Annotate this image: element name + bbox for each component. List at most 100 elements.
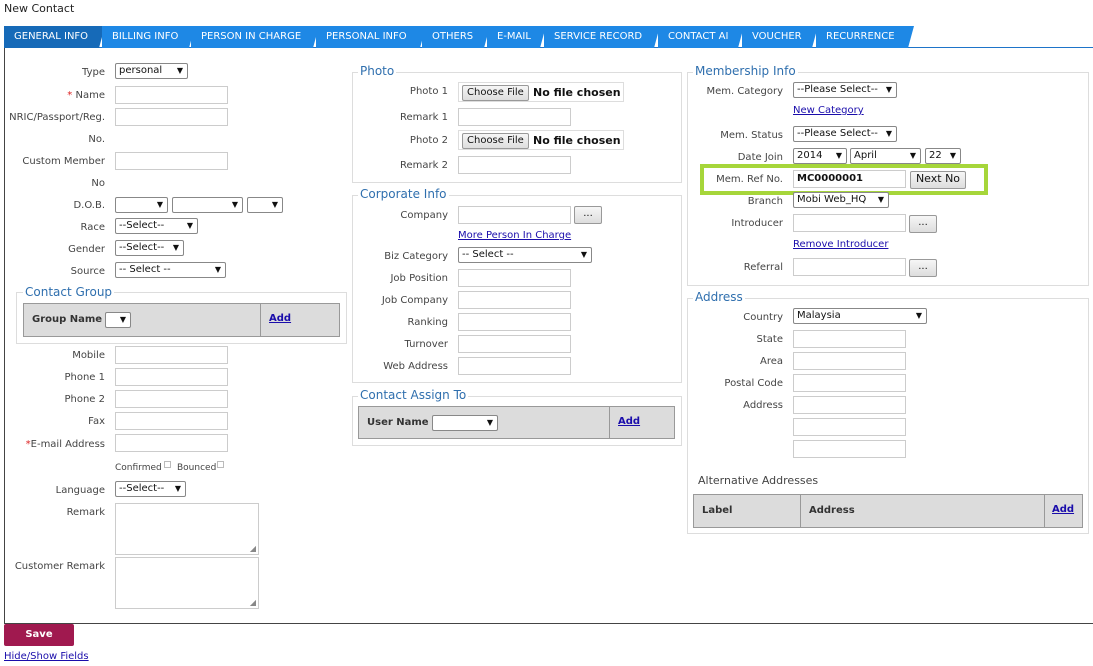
tab-service-record[interactable]: SERVICE RECORD	[544, 26, 660, 48]
remark-label: Remark	[66, 507, 105, 518]
mem-ref-input[interactable]: MC0000001	[793, 170, 906, 188]
bounced-checkbox[interactable]	[217, 461, 224, 468]
group-name-header: Group Name	[24, 304, 261, 336]
introducer-browse-button[interactable]: ...	[909, 215, 937, 233]
phone1-input[interactable]	[115, 368, 228, 386]
gender-select[interactable]: --Select-- ▼	[115, 240, 184, 256]
tab-recurrence[interactable]: RECURRENCE	[816, 26, 914, 48]
customer-remark-textarea[interactable]: ◢	[115, 557, 259, 609]
group-name-select[interactable]: ▼	[105, 312, 131, 328]
confirmed-checkbox[interactable]	[164, 461, 171, 468]
assign-add-link[interactable]: Add	[618, 416, 640, 427]
country-select[interactable]: Malaysia ▼	[793, 308, 927, 324]
language-select[interactable]: --Select-- ▼	[115, 481, 186, 497]
race-select[interactable]: --Select-- ▼	[115, 218, 198, 234]
turnover-label: Turnover	[404, 339, 448, 350]
type-select[interactable]: personal ▼	[115, 63, 188, 79]
biz-category-label: Biz Category	[384, 251, 448, 262]
next-no-button[interactable]: Next No	[910, 171, 966, 189]
mem-category-select[interactable]: --Please Select-- ▼	[793, 82, 897, 98]
customer-remark-label: Customer Remark	[14, 561, 105, 572]
more-person-in-charge-link[interactable]: More Person In Charge	[458, 230, 571, 241]
job-position-input[interactable]	[458, 269, 571, 287]
job-company-label: Job Company	[381, 295, 448, 306]
contact-group-grid: Group Name ▼ Add	[23, 303, 340, 337]
address-line2-input[interactable]	[793, 418, 906, 436]
source-label: Source	[70, 266, 105, 277]
remove-introducer-link[interactable]: Remove Introducer	[793, 239, 888, 250]
address-legend: Address	[693, 290, 745, 304]
turnover-input[interactable]	[458, 335, 571, 353]
tab-contact-ai[interactable]: CONTACT AI	[658, 26, 744, 48]
gender-label: Gender	[68, 244, 105, 255]
dob-day-select[interactable]: ▼	[115, 197, 168, 213]
mobile-input[interactable]	[115, 346, 228, 364]
address-label: Address	[743, 400, 783, 411]
remark2-input[interactable]	[458, 156, 571, 174]
date-join-month-select[interactable]: April ▼	[850, 148, 921, 164]
tab-person-in-charge[interactable]: PERSON IN CHARGE	[191, 26, 319, 48]
remark-textarea[interactable]: ◢	[115, 503, 259, 555]
photo1-label: Photo 1	[409, 86, 448, 97]
nric-input[interactable]	[115, 108, 228, 126]
remark1-input[interactable]	[458, 108, 571, 126]
photo2-label: Photo 2	[409, 135, 448, 146]
area-input[interactable]	[793, 352, 906, 370]
alt-address-add-link[interactable]: Add	[1052, 504, 1074, 515]
tab-general-info[interactable]: GENERAL INFO	[4, 26, 105, 48]
photo1-file-input[interactable]: Choose File No file chosen	[458, 82, 624, 102]
mem-status-select[interactable]: --Please Select-- ▼	[793, 126, 897, 142]
phone2-label: Phone 2	[64, 394, 105, 405]
address-line3-input[interactable]	[793, 440, 906, 458]
web-address-input[interactable]	[458, 357, 571, 375]
assign-grid: User Name ▼ Add	[358, 406, 675, 439]
mobile-label: Mobile	[72, 350, 105, 361]
bounced-label: Bounced	[177, 463, 217, 473]
source-select[interactable]: -- Select -- ▼	[115, 262, 226, 278]
dob-year-select[interactable]: ▼	[247, 197, 283, 213]
referral-browse-button[interactable]: ...	[909, 259, 937, 277]
name-input[interactable]	[115, 86, 228, 104]
country-label: Country	[743, 312, 783, 323]
tab-personal-info[interactable]: PERSONAL INFO	[316, 26, 426, 48]
custom-member-input[interactable]	[115, 152, 228, 170]
phone2-input[interactable]	[115, 390, 228, 408]
job-position-label: Job Position	[390, 273, 448, 284]
hide-show-fields-link[interactable]: Hide/Show Fields	[4, 651, 89, 662]
photo2-file-input[interactable]: Choose File No file chosen	[458, 130, 624, 150]
contact-group-add-link[interactable]: Add	[269, 313, 291, 324]
job-company-input[interactable]	[458, 291, 571, 309]
tab-voucher[interactable]: VOUCHER	[742, 26, 818, 48]
tab-billing-info[interactable]: BILLING INFO	[102, 26, 195, 48]
dob-month-select[interactable]: ▼	[172, 197, 243, 213]
remark1-label: Remark 1	[400, 112, 448, 123]
referral-label: Referral	[743, 262, 783, 273]
referral-input[interactable]	[793, 258, 906, 276]
company-input[interactable]	[458, 206, 571, 224]
date-join-year-select[interactable]: 2014 ▼	[793, 148, 847, 164]
email-input[interactable]	[115, 434, 228, 452]
company-browse-button[interactable]: ...	[574, 206, 602, 224]
tab-bar: GENERAL INFO BILLING INFO PERSON IN CHAR…	[4, 26, 1093, 48]
web-address-label: Web Address	[383, 361, 448, 372]
state-input[interactable]	[793, 330, 906, 348]
fax-input[interactable]	[115, 412, 228, 430]
assign-legend: Contact Assign To	[358, 388, 469, 402]
tab-email[interactable]: E-MAIL	[487, 26, 546, 48]
date-join-day-select[interactable]: 22 ▼	[925, 148, 961, 164]
postal-code-input[interactable]	[793, 374, 906, 392]
new-category-link[interactable]: New Category	[793, 105, 864, 116]
address-line1-input[interactable]	[793, 396, 906, 414]
tab-others[interactable]: OTHERS	[422, 26, 490, 48]
photo2-choose-file-button[interactable]: Choose File	[462, 133, 529, 149]
ranking-input[interactable]	[458, 313, 571, 331]
fax-label: Fax	[88, 416, 105, 427]
mem-status-label: Mem. Status	[720, 130, 783, 141]
introducer-input[interactable]	[793, 214, 906, 232]
branch-select[interactable]: Mobi Web_HQ ▼	[793, 192, 889, 208]
area-label: Area	[759, 356, 783, 367]
user-name-select[interactable]: ▼	[432, 415, 498, 431]
save-button[interactable]: Save	[4, 624, 74, 646]
biz-category-select[interactable]: -- Select -- ▼	[458, 247, 592, 263]
photo1-choose-file-button[interactable]: Choose File	[462, 85, 529, 101]
